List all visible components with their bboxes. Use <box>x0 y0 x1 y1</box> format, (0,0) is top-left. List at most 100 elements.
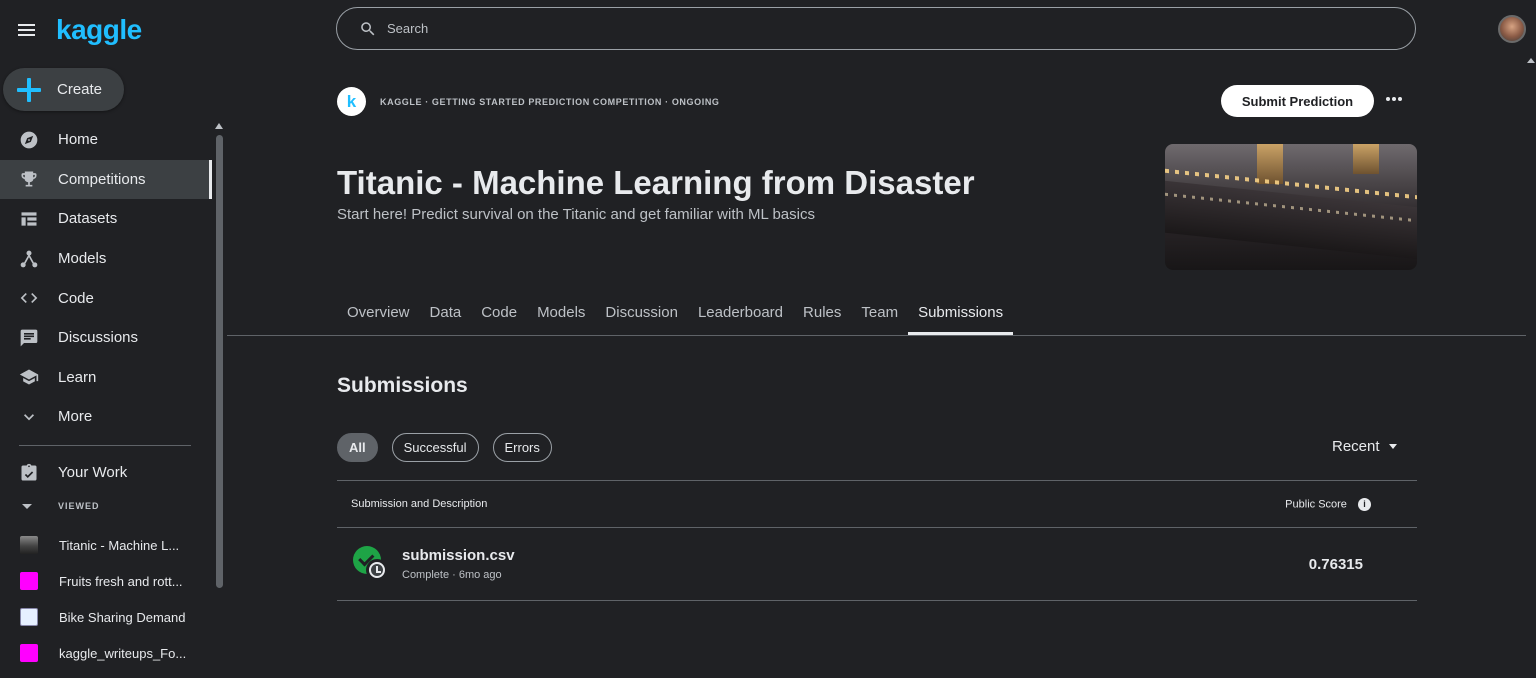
sidebar-scrollbar[interactable] <box>212 121 227 678</box>
submission-info: submission.csv Complete · 6mo ago <box>402 547 515 581</box>
status-complete-icon <box>353 546 389 582</box>
chevron-down-icon <box>19 407 39 427</box>
create-button[interactable]: Create <box>3 68 124 111</box>
viewed-section-toggle[interactable]: VIEWED <box>22 501 100 511</box>
competition-meta: KAGGLE · GETTING STARTED PREDICTION COMP… <box>380 97 720 107</box>
tab-team[interactable]: Team <box>851 296 908 332</box>
kaggle-logo[interactable]: kaggle <box>56 14 142 46</box>
thumbnail-image <box>20 572 38 590</box>
table-header: Submission and Description Public Score … <box>337 480 1417 528</box>
sidebar-item-more[interactable]: More <box>0 397 212 437</box>
recent-item-titanic[interactable]: Titanic - Machine L... <box>0 527 212 563</box>
sidebar-item-competitions[interactable]: Competitions <box>0 159 212 200</box>
sidebar-item-discussions[interactable]: Discussions <box>0 318 212 358</box>
trophy-icon <box>19 169 39 189</box>
submission-cell: submission.csv Complete · 6mo ago <box>353 546 515 582</box>
tab-code[interactable]: Code <box>471 296 527 332</box>
recent-item-label: Bike Sharing Demand <box>59 609 186 625</box>
submission-filters: All Successful Errors <box>337 433 552 462</box>
your-work-label: Your Work <box>58 464 128 481</box>
tab-models[interactable]: Models <box>527 296 595 332</box>
sidebar-item-label: Code <box>58 289 94 307</box>
public-score: 0.76315 <box>1308 555 1363 573</box>
compass-icon <box>19 130 39 150</box>
tabs-divider <box>227 335 1526 336</box>
caret-down-icon <box>22 503 32 509</box>
search-input[interactable] <box>387 21 1287 36</box>
caret-down-icon <box>1388 444 1397 449</box>
comment-icon <box>19 328 39 348</box>
search-bar[interactable] <box>336 7 1416 50</box>
thumbnail-image <box>20 536 38 554</box>
info-icon[interactable]: i <box>1358 497 1371 511</box>
scroll-up-arrow-icon[interactable] <box>215 123 223 129</box>
models-icon <box>19 249 39 269</box>
page-scrollbar[interactable] <box>1526 55 1536 678</box>
recent-item-fruits[interactable]: Fruits fresh and rott... <box>0 563 212 599</box>
sidebar-item-label: Learn <box>58 368 97 386</box>
page-title: Titanic - Machine Learning from Disaster <box>337 164 975 201</box>
section-title: Submissions <box>337 374 468 397</box>
submit-prediction-button[interactable]: Submit Prediction <box>1221 85 1374 117</box>
sidebar-item-datasets[interactable]: Datasets <box>0 199 212 239</box>
code-icon <box>19 288 39 308</box>
clock-icon <box>366 559 388 581</box>
sidebar-header: kaggle <box>18 14 142 46</box>
avatar[interactable] <box>1498 15 1526 43</box>
filter-successful-chip[interactable]: Successful <box>391 433 479 462</box>
kaggle-badge-icon: k <box>337 87 366 116</box>
tab-data[interactable]: Data <box>420 296 472 332</box>
kaggle-app: kaggle Create Home Competitions Datasets… <box>0 0 1536 678</box>
page-subtitle: Start here! Predict survival on the Tita… <box>337 206 815 223</box>
tab-leaderboard[interactable]: Leaderboard <box>688 296 793 332</box>
sidebar-item-label: More <box>58 408 93 426</box>
plus-icon <box>17 77 41 102</box>
sidebar-nav: Home Competitions Datasets Models Code D… <box>0 120 212 437</box>
sidebar-item-label: Datasets <box>58 210 118 228</box>
tab-discussion[interactable]: Discussion <box>595 296 688 332</box>
create-label: Create <box>57 81 103 98</box>
tab-submissions[interactable]: Submissions <box>908 296 1014 335</box>
submission-status: Complete · 6mo ago <box>402 569 502 581</box>
submission-filename[interactable]: submission.csv <box>402 547 515 564</box>
recent-item-label: Fruits fresh and rott... <box>59 573 183 589</box>
column-header-description: Submission and Description <box>351 498 488 510</box>
recent-item-writeups[interactable]: kaggle_writeups_Fo... <box>0 635 212 671</box>
sidebar-item-models[interactable]: Models <box>0 239 212 279</box>
column-header-score: Public Score i <box>1285 497 1371 511</box>
scrollbar-thumb[interactable] <box>216 135 223 588</box>
search-icon <box>361 21 375 35</box>
sidebar-item-label: Competitions <box>58 170 146 188</box>
thumbnail-image <box>20 644 38 662</box>
recently-viewed-list: Titanic - Machine L... Fruits fresh and … <box>0 527 212 671</box>
more-options-icon[interactable] <box>1386 97 1402 101</box>
sidebar-item-learn[interactable]: Learn <box>0 358 212 398</box>
sidebar-item-label: Home <box>58 131 99 149</box>
sort-label: Recent <box>1332 438 1380 455</box>
thumbnail-image <box>20 608 38 626</box>
table-icon <box>19 209 39 229</box>
submissions-table: Submission and Description Public Score … <box>337 480 1417 601</box>
competition-banner-image <box>1165 144 1417 270</box>
sort-dropdown[interactable]: Recent <box>1332 438 1397 455</box>
menu-icon[interactable] <box>18 15 40 45</box>
sidebar: kaggle Create Home Competitions Datasets… <box>0 0 227 678</box>
recent-item-label: kaggle_writeups_Fo... <box>59 645 187 661</box>
sidebar-item-label: Discussions <box>58 329 139 347</box>
competition-tabs: Overview Data Code Models Discussion Lea… <box>337 296 1014 336</box>
filter-errors-chip[interactable]: Errors <box>492 433 552 462</box>
clipboard-icon <box>19 463 39 483</box>
sidebar-divider <box>19 445 191 446</box>
tab-rules[interactable]: Rules <box>793 296 851 332</box>
recent-item-label: Titanic - Machine L... <box>59 537 180 553</box>
sidebar-item-your-work[interactable]: Your Work <box>0 453 212 492</box>
filter-all-chip[interactable]: All <box>337 433 378 462</box>
sidebar-item-label: Models <box>58 250 107 268</box>
school-icon <box>19 367 39 387</box>
column-header-score-label: Public Score <box>1285 497 1347 510</box>
sidebar-item-code[interactable]: Code <box>0 278 212 318</box>
recent-item-bike[interactable]: Bike Sharing Demand <box>0 599 212 635</box>
tab-overview[interactable]: Overview <box>337 296 420 332</box>
sidebar-item-home[interactable]: Home <box>0 120 212 160</box>
table-row[interactable]: submission.csv Complete · 6mo ago 0.7631… <box>337 528 1417 601</box>
